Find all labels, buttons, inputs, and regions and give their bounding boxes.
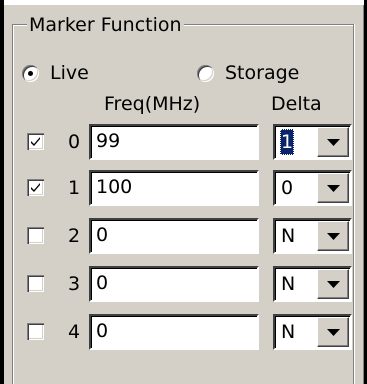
- marker-2-checkbox[interactable]: [27, 227, 44, 244]
- freq-column-header: Freq(MHz): [104, 93, 201, 115]
- groupbox-border: [354, 24, 355, 384]
- marker-3-delta-select[interactable]: N: [273, 266, 352, 302]
- marker-row: 2 0 N: [27, 218, 352, 254]
- marker-1-freq-input[interactable]: 100: [89, 170, 259, 206]
- marker-2-delta-select[interactable]: N: [273, 218, 352, 254]
- chevron-down-icon: [327, 139, 340, 146]
- dropdown-button[interactable]: [317, 269, 349, 299]
- groupbox-border: [13, 25, 14, 384]
- delta-value: 0: [281, 177, 294, 199]
- chevron-down-icon: [327, 281, 340, 288]
- marker-index: 4: [68, 321, 81, 343]
- marker-row: 3 0 N: [27, 266, 352, 302]
- frame-left-edge: [0, 0, 4, 384]
- marker-index: 1: [68, 177, 81, 199]
- dropdown-button[interactable]: [317, 127, 349, 157]
- marker-index: 2: [68, 225, 81, 247]
- check-icon: [31, 137, 40, 146]
- marker-row: 0 99 1: [27, 124, 352, 160]
- dropdown-button[interactable]: [317, 221, 349, 251]
- dropdown-button[interactable]: [317, 317, 349, 347]
- marker-3-checkbox[interactable]: [27, 275, 44, 292]
- marker-4-delta-select[interactable]: N: [273, 314, 352, 350]
- marker-0-checkbox[interactable]: [27, 133, 44, 150]
- radio-storage[interactable]: Storage: [197, 60, 299, 86]
- marker-4-checkbox[interactable]: [27, 323, 44, 340]
- radio-live[interactable]: Live: [22, 60, 89, 86]
- marker-1-delta-select[interactable]: 0: [273, 170, 352, 206]
- radio-dot-icon[interactable]: [22, 64, 39, 82]
- marker-row: 1 100 0: [27, 170, 352, 206]
- delta-value: N: [281, 321, 296, 343]
- delta-value: N: [281, 225, 296, 247]
- radio-storage-label: Storage: [225, 62, 300, 84]
- chevron-down-icon: [327, 233, 340, 240]
- dropdown-button[interactable]: [317, 173, 349, 203]
- marker-index: 3: [68, 273, 81, 295]
- marker-1-checkbox[interactable]: [27, 179, 44, 196]
- delta-value: 1: [280, 129, 295, 155]
- frame-top-edge: [0, 0, 367, 5]
- marker-index: 0: [68, 131, 81, 153]
- check-icon: [31, 183, 40, 192]
- groupbox-title: Marker Function: [27, 14, 184, 36]
- frame-right-shadow: [363, 5, 364, 384]
- chevron-down-icon: [327, 329, 340, 336]
- radio-live-label: Live: [50, 62, 89, 84]
- marker-row: 4 0 N: [27, 314, 352, 350]
- delta-value: N: [281, 273, 296, 295]
- chevron-down-icon: [327, 185, 340, 192]
- marker-2-freq-input[interactable]: 0: [89, 218, 259, 254]
- delta-column-header: Delta: [271, 93, 322, 115]
- marker-4-freq-input[interactable]: 0: [89, 314, 259, 350]
- marker-0-delta-select[interactable]: 1: [273, 124, 352, 160]
- radio-empty-icon[interactable]: [197, 64, 214, 82]
- marker-3-freq-input[interactable]: 0: [89, 266, 259, 302]
- marker-0-freq-input[interactable]: 99: [89, 124, 259, 160]
